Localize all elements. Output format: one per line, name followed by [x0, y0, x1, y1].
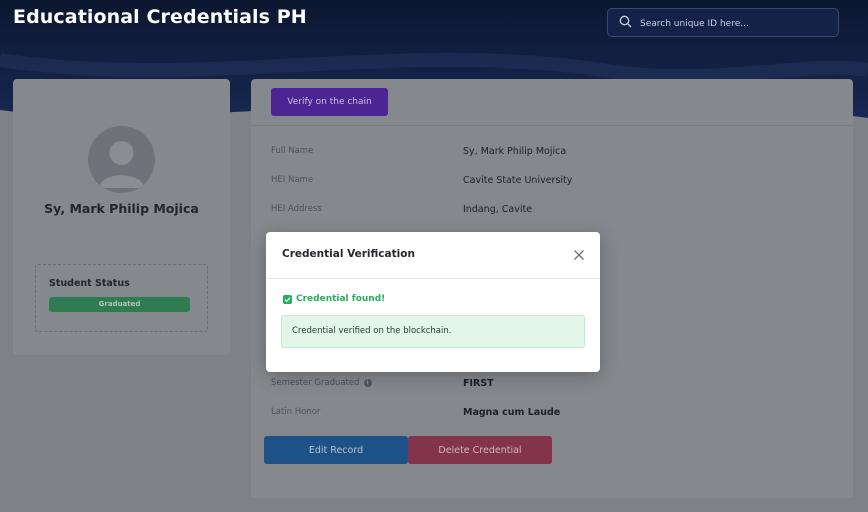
field-label-semester-graduated: Semester Graduated i: [271, 378, 372, 388]
profile-name: Sy, Mark Philip Mojica: [44, 201, 199, 216]
field-value-full-name: Sy, Mark Philip Mojica: [463, 146, 567, 157]
student-status-box: Student Status Graduated: [35, 264, 208, 332]
credential-verification-modal: Credential Verification Credential found…: [266, 232, 600, 372]
close-icon[interactable]: [572, 248, 586, 262]
search-icon: [619, 15, 632, 28]
edit-record-button[interactable]: Edit Record: [264, 436, 408, 464]
field-value-hei-address: Indang, Cavite: [463, 204, 533, 215]
field-value-semester-graduated: FIRST: [463, 378, 494, 389]
info-icon[interactable]: i: [363, 378, 372, 387]
verification-message: Credential verified on the blockchain.: [292, 326, 452, 336]
field-label-hei-address: HEI Address: [271, 204, 322, 214]
check-icon: [283, 295, 292, 304]
credential-found-text: Credential found!: [296, 294, 386, 304]
card-divider: [251, 125, 853, 126]
user-avatar-icon: [88, 126, 155, 193]
field-label-semester-text: Semester Graduated: [271, 378, 360, 388]
verify-on-chain-button[interactable]: Verify on the chain: [271, 88, 388, 116]
search-input[interactable]: [638, 13, 837, 35]
modal-title: Credential Verification: [282, 248, 415, 260]
verification-alert: Credential verified on the blockchain.: [281, 315, 585, 348]
search-bar[interactable]: [607, 8, 839, 37]
delete-credential-button[interactable]: Delete Credential: [408, 436, 552, 464]
student-status-label: Student Status: [49, 278, 130, 289]
status-badge: Graduated: [49, 297, 190, 312]
field-label-latin-honor: Latin Honor: [271, 407, 321, 417]
field-value-latin-honor: Magna cum Laude: [463, 407, 561, 418]
profile-card: Sy, Mark Philip Mojica Student Status Gr…: [13, 79, 230, 355]
app-title: Educational Credentials PH: [13, 6, 307, 28]
field-value-hei-name: Cavite State University: [463, 175, 573, 186]
field-label-full-name: Full Name: [271, 146, 314, 156]
field-label-hei-name: HEI Name: [271, 175, 314, 185]
modal-divider: [266, 278, 600, 279]
